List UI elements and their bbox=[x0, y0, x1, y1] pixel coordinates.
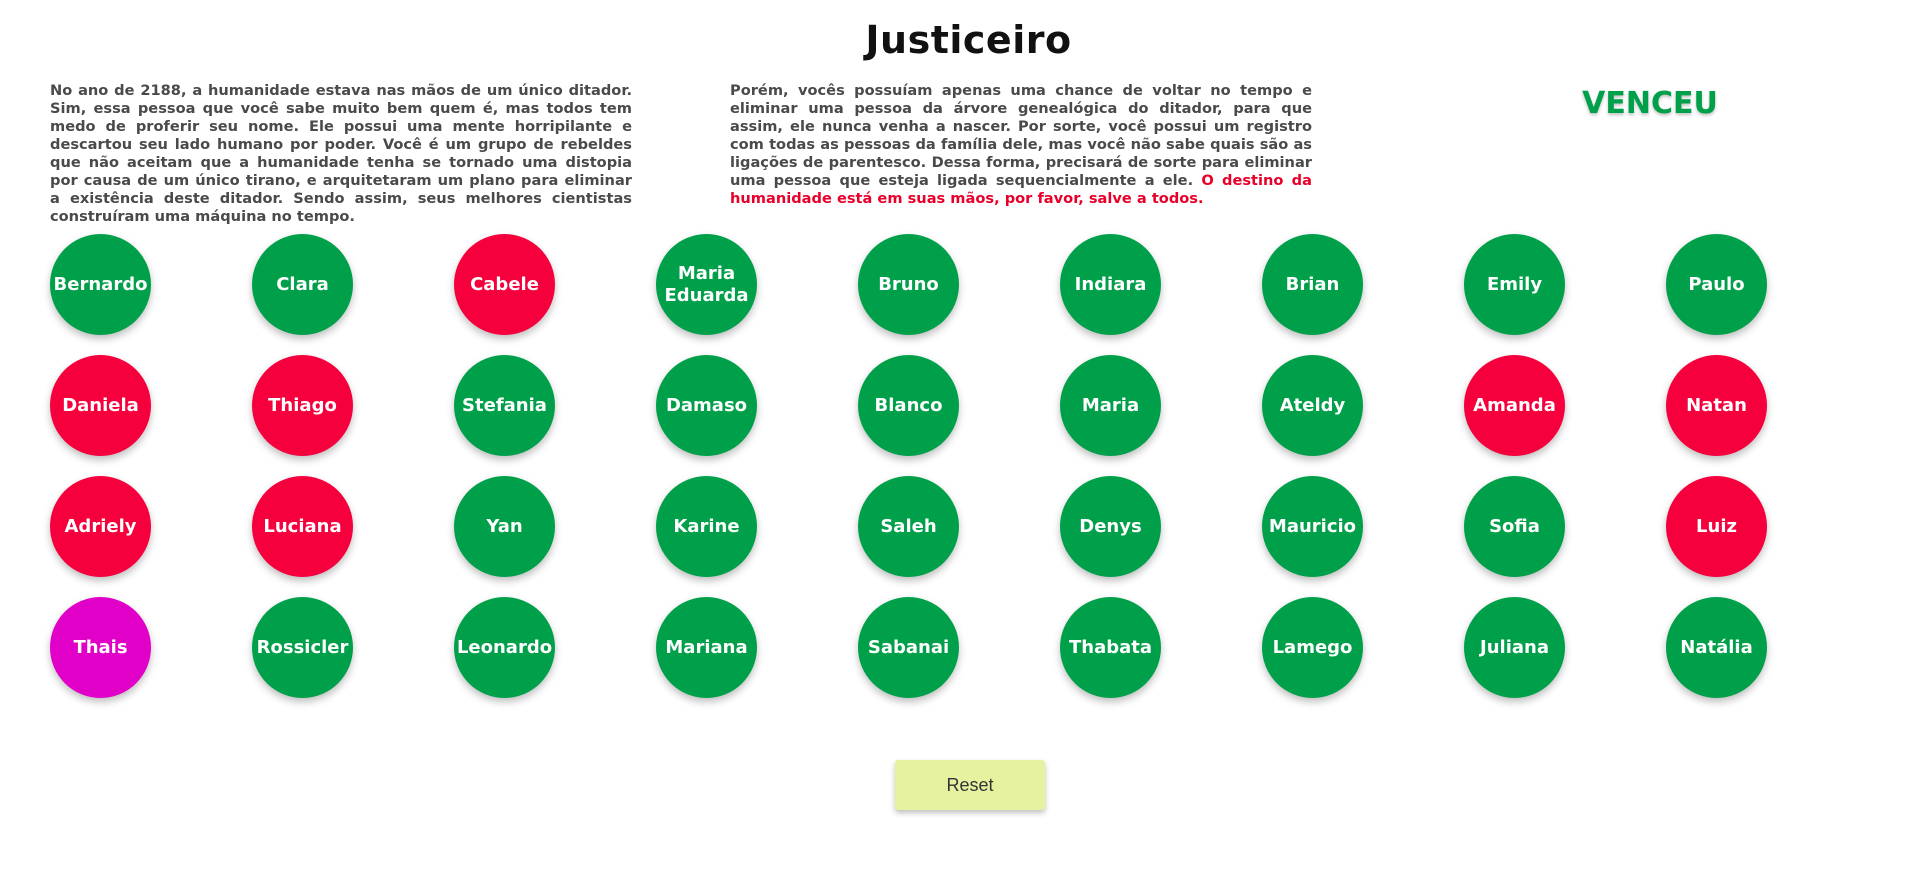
person-node[interactable]: Maria bbox=[1060, 355, 1161, 456]
person-node[interactable]: Lamego bbox=[1262, 597, 1363, 698]
person-name: Karine bbox=[673, 515, 740, 537]
game-page: Justiceiro No ano de 2188, a humanidade … bbox=[0, 0, 1917, 874]
person-name: Blanco bbox=[874, 394, 943, 416]
person-name: Thabata bbox=[1068, 636, 1153, 658]
person-node[interactable]: Thiago bbox=[252, 355, 353, 456]
person-name: Maria Eduarda bbox=[664, 262, 749, 306]
person-node[interactable]: Emily bbox=[1464, 234, 1565, 335]
person-node[interactable]: Bruno bbox=[858, 234, 959, 335]
person-name: Saleh bbox=[880, 515, 937, 537]
person-node[interactable]: Yan bbox=[454, 476, 555, 577]
person-node[interactable]: Cabele bbox=[454, 234, 555, 335]
person-node[interactable]: Adriely bbox=[50, 476, 151, 577]
person-node[interactable]: Saleh bbox=[858, 476, 959, 577]
person-node[interactable]: Natan bbox=[1666, 355, 1767, 456]
person-name: Leonardo bbox=[456, 636, 553, 658]
person-name: Denys bbox=[1079, 515, 1142, 537]
person-name: Rossicler bbox=[256, 636, 349, 658]
person-node[interactable]: Thais bbox=[50, 597, 151, 698]
person-node[interactable]: Mariana bbox=[656, 597, 757, 698]
person-node[interactable]: Natália bbox=[1666, 597, 1767, 698]
person-name: Sofia bbox=[1489, 515, 1540, 537]
person-name: Emily bbox=[1486, 273, 1543, 295]
game-status: VENCEU bbox=[1582, 86, 1718, 121]
person-name: Thais bbox=[73, 636, 128, 658]
person-node[interactable]: Brian bbox=[1262, 234, 1363, 335]
person-name: Maria bbox=[1081, 394, 1140, 416]
person-node[interactable]: Clara bbox=[252, 234, 353, 335]
person-node[interactable]: Luciana bbox=[252, 476, 353, 577]
person-name: Juliana bbox=[1480, 636, 1549, 658]
person-name: Natan bbox=[1686, 394, 1747, 416]
person-node[interactable]: Daniela bbox=[50, 355, 151, 456]
person-node[interactable]: Sofia bbox=[1464, 476, 1565, 577]
person-node[interactable]: Luiz bbox=[1666, 476, 1767, 577]
person-node[interactable]: Indiara bbox=[1060, 234, 1161, 335]
person-name: Daniela bbox=[62, 394, 139, 416]
person-name: Thiago bbox=[268, 394, 337, 416]
person-name: Mariana bbox=[665, 636, 748, 658]
story-intro: No ano de 2188, a humanidade estava nas … bbox=[50, 82, 632, 225]
person-node[interactable]: Maria Eduarda bbox=[656, 234, 757, 335]
person-node[interactable]: Juliana bbox=[1464, 597, 1565, 698]
person-node[interactable]: Denys bbox=[1060, 476, 1161, 577]
person-name: Brian bbox=[1285, 273, 1340, 295]
person-node[interactable]: Damaso bbox=[656, 355, 757, 456]
person-name: Adriely bbox=[64, 515, 137, 537]
person-name: Cabele bbox=[470, 273, 539, 295]
reset-button[interactable]: Reset bbox=[895, 760, 1045, 810]
person-node[interactable]: Rossicler bbox=[252, 597, 353, 698]
person-name: Bernardo bbox=[53, 273, 148, 295]
person-node[interactable]: Blanco bbox=[858, 355, 959, 456]
person-name: Luciana bbox=[263, 515, 342, 537]
person-name: Luiz bbox=[1696, 515, 1737, 537]
person-node[interactable]: Ateldy bbox=[1262, 355, 1363, 456]
person-node[interactable]: Sabanai bbox=[858, 597, 959, 698]
person-name: Damaso bbox=[665, 394, 748, 416]
person-node[interactable]: Bernardo bbox=[50, 234, 151, 335]
person-name: Amanda bbox=[1473, 394, 1556, 416]
person-name: Stefania bbox=[462, 394, 547, 416]
person-name: Natália bbox=[1680, 636, 1753, 658]
person-name: Paulo bbox=[1688, 273, 1745, 295]
person-name: Yan bbox=[486, 515, 523, 537]
person-node[interactable]: Amanda bbox=[1464, 355, 1565, 456]
person-node[interactable]: Paulo bbox=[1666, 234, 1767, 335]
person-name: Indiara bbox=[1074, 273, 1147, 295]
story-mission: Porém, vocês possuíam apenas uma chance … bbox=[730, 82, 1312, 208]
person-name: Clara bbox=[276, 273, 329, 295]
person-node[interactable]: Thabata bbox=[1060, 597, 1161, 698]
person-node[interactable]: Leonardo bbox=[454, 597, 555, 698]
person-name: Bruno bbox=[878, 273, 939, 295]
page-title: Justiceiro bbox=[865, 18, 1072, 62]
person-name: Ateldy bbox=[1279, 394, 1346, 416]
person-name: Lamego bbox=[1272, 636, 1353, 658]
person-node[interactable]: Stefania bbox=[454, 355, 555, 456]
person-name: Sabanai bbox=[867, 636, 950, 658]
person-name: Mauricio bbox=[1268, 515, 1357, 537]
person-node[interactable]: Mauricio bbox=[1262, 476, 1363, 577]
person-node[interactable]: Karine bbox=[656, 476, 757, 577]
